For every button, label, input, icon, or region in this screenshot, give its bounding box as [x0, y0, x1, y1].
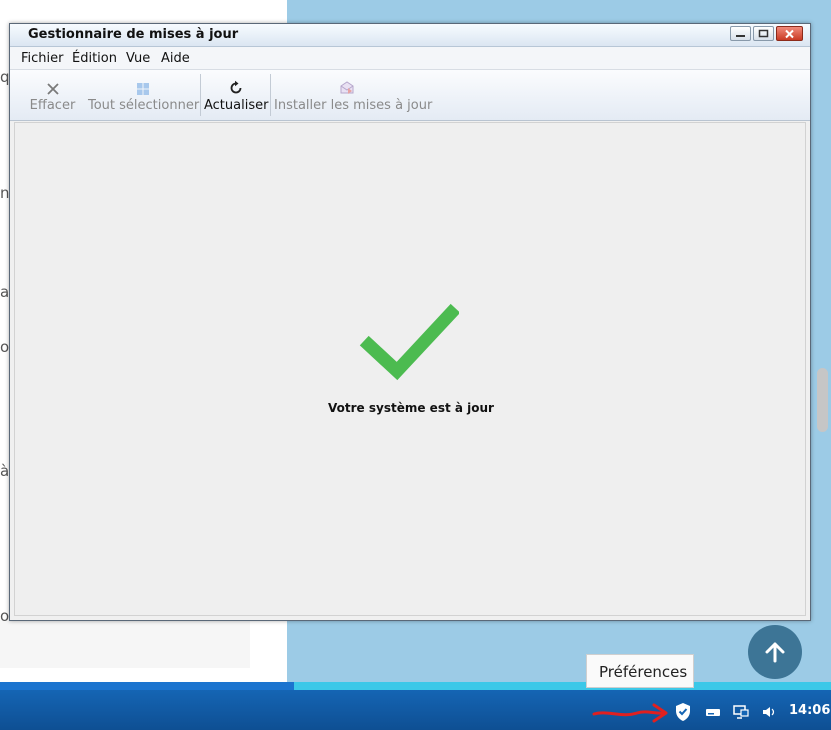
install-updates-label: Installer les mises à jour: [274, 98, 433, 113]
install-updates-button[interactable]: Installer les mises à jour: [274, 74, 433, 118]
refresh-button[interactable]: Actualiser: [204, 74, 268, 118]
taskbar-clock[interactable]: 14:06: [789, 703, 830, 718]
arrow-up-icon: [765, 642, 785, 663]
webpage-text-fragment: o: [0, 338, 10, 356]
select-all-grid-icon: [137, 83, 149, 95]
refresh-icon: [230, 80, 242, 94]
toolbar-separator: [270, 74, 271, 116]
maximize-button[interactable]: [753, 26, 774, 41]
preferences-tooltip: Préférences: [586, 654, 694, 688]
maximize-icon: [758, 29, 769, 38]
page-progress-fill: [0, 682, 295, 690]
checkmark-icon: [359, 303, 459, 381]
select-all-label: Tout sélectionner: [88, 98, 200, 113]
minimize-icon: [736, 35, 745, 37]
menu-fichier[interactable]: Fichier: [21, 51, 64, 66]
up-to-date-message: Votre système est à jour: [328, 401, 494, 415]
updates-content-area: Votre système est à jour: [14, 122, 806, 616]
menu-edition[interactable]: Édition: [72, 51, 117, 66]
network-icon[interactable]: [733, 705, 749, 719]
refresh-label: Actualiser: [204, 98, 269, 113]
page-scrollbar-thumb[interactable]: [817, 368, 828, 432]
drive-icon[interactable]: [705, 706, 721, 718]
close-button[interactable]: [776, 26, 803, 41]
menu-aide[interactable]: Aide: [161, 51, 190, 66]
webpage-text-fragment: à: [0, 462, 10, 480]
menu-bar: Fichier Édition Vue Aide: [10, 47, 810, 70]
update-manager-window: Gestionnaire de mises à jour Fichier Édi…: [9, 23, 811, 621]
red-arrow-annotation: [592, 703, 668, 723]
clear-button[interactable]: Effacer: [25, 74, 80, 118]
install-package-icon: [340, 81, 354, 94]
menu-vue[interactable]: Vue: [126, 51, 150, 66]
update-manager-tray-shield-icon[interactable]: [674, 702, 692, 722]
volume-icon[interactable]: [761, 705, 777, 719]
webpage-text-fragment: a: [0, 283, 10, 301]
minimize-button[interactable]: [730, 26, 751, 41]
webpage-footer-block: [0, 620, 250, 668]
window-title: Gestionnaire de mises à jour: [28, 27, 239, 42]
toolbar: Effacer Tout sélectionner Actualiser Ins…: [10, 70, 810, 121]
toolbar-separator: [200, 74, 201, 116]
clear-x-icon: [46, 83, 59, 95]
select-all-button[interactable]: Tout sélectionner: [88, 74, 200, 118]
clear-label: Effacer: [29, 98, 76, 113]
window-titlebar[interactable]: Gestionnaire de mises à jour: [10, 24, 810, 47]
scroll-to-top-button[interactable]: [748, 625, 802, 679]
close-icon: [785, 29, 794, 38]
